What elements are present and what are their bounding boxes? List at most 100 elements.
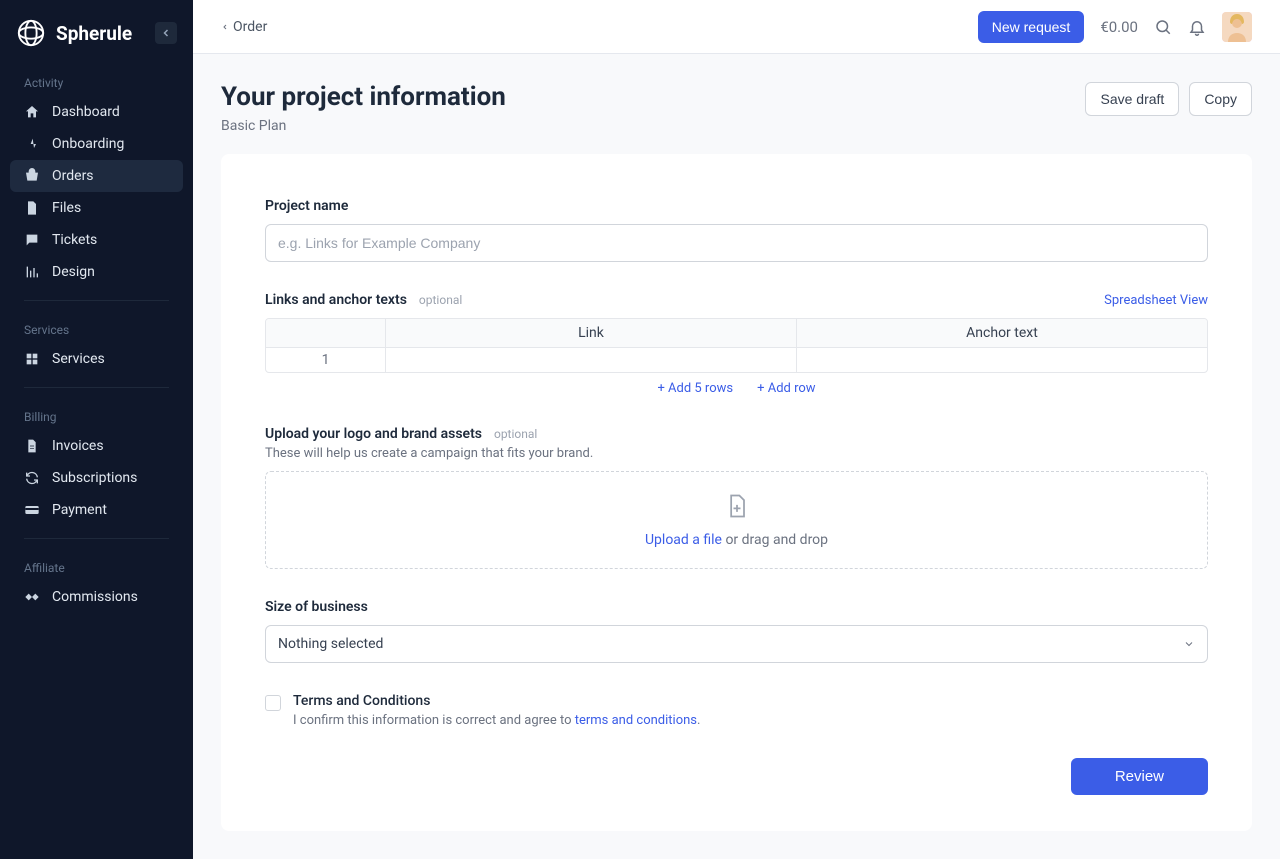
sidebar-item-onboarding[interactable]: Onboarding (0, 128, 193, 160)
bell-icon[interactable] (1188, 18, 1206, 36)
page-header: Your project information Basic Plan Save… (221, 82, 1252, 134)
links-table: Link Anchor text 1 (265, 318, 1208, 373)
avatar-image (1222, 12, 1252, 42)
sidebar-section-activity: Activity (0, 66, 193, 96)
sidebar-item-commissions[interactable]: Commissions (0, 581, 193, 613)
review-button[interactable]: Review (1071, 758, 1208, 795)
spreadsheet-view-link[interactable]: Spreadsheet View (1104, 293, 1208, 308)
links-field: Links and anchor texts optional Spreadsh… (265, 292, 1208, 396)
breadcrumb-back[interactable]: Order (221, 19, 267, 35)
breadcrumb-label: Order (233, 19, 267, 35)
optional-tag: optional (419, 293, 462, 307)
main-area: Order New request €0.00 Your project inf… (193, 0, 1280, 859)
chat-icon (24, 232, 40, 248)
chevron-down-icon (1183, 638, 1195, 650)
sidebar-item-label: Services (52, 351, 105, 367)
sidebar-section-billing: Billing (0, 400, 193, 430)
divider (24, 387, 169, 388)
upload-file-link[interactable]: Upload a file (645, 532, 722, 548)
sidebar-item-services[interactable]: Services (0, 343, 193, 375)
avatar[interactable] (1222, 12, 1252, 42)
brand-logo-area: Spherule (0, 0, 193, 66)
checkbox-label: Terms and Conditions (293, 693, 1208, 709)
select-value: Nothing selected (278, 636, 383, 652)
field-label: Project name (265, 198, 348, 214)
sidebar-item-tickets[interactable]: Tickets (0, 224, 193, 256)
terms-link[interactable]: terms and conditions (575, 713, 697, 728)
copy-button[interactable]: Copy (1189, 82, 1252, 116)
onboarding-icon (24, 136, 40, 152)
upload-icon (723, 492, 751, 520)
terms-checkbox[interactable] (265, 695, 281, 711)
new-request-button[interactable]: New request (978, 11, 1085, 43)
divider (24, 300, 169, 301)
page-subtitle: Basic Plan (221, 118, 506, 134)
sidebar-item-label: Invoices (52, 438, 104, 454)
project-name-field: Project name (265, 198, 1208, 262)
col-number (266, 319, 386, 347)
anchor-cell[interactable] (797, 348, 1207, 372)
chevron-left-icon (221, 21, 229, 33)
sidebar-item-design[interactable]: Design (0, 256, 193, 288)
sidebar-collapse-button[interactable] (155, 22, 177, 44)
sidebar-item-files[interactable]: Files (0, 192, 193, 224)
invoice-icon (24, 438, 40, 454)
search-icon[interactable] (1154, 18, 1172, 36)
sidebar-item-payment[interactable]: Payment (0, 494, 193, 526)
file-icon (24, 200, 40, 216)
file-uploader[interactable]: Upload a file or drag and drop (265, 471, 1208, 569)
terms-text-prefix: I confirm this information is correct an… (293, 713, 575, 728)
handshake-icon (24, 589, 40, 605)
project-name-input[interactable] (265, 224, 1208, 262)
sidebar-item-label: Files (52, 200, 81, 216)
balance-display: €0.00 (1100, 18, 1138, 36)
sidebar-item-subscriptions[interactable]: Subscriptions (0, 462, 193, 494)
field-label: Size of business (265, 599, 368, 615)
sidebar-item-orders[interactable]: Orders (10, 160, 183, 192)
field-label: Links and anchor texts (265, 292, 407, 308)
card-icon (24, 502, 40, 518)
sidebar-item-label: Commissions (52, 589, 138, 605)
optional-tag: optional (494, 427, 537, 441)
col-link: Link (386, 319, 797, 347)
sidebar-section-services: Services (0, 313, 193, 343)
arrow-left-icon (160, 27, 172, 39)
sidebar-item-dashboard[interactable]: Dashboard (0, 96, 193, 128)
services-icon (24, 351, 40, 367)
save-draft-button[interactable]: Save draft (1085, 82, 1179, 116)
upload-field: Upload your logo and brand assets option… (265, 426, 1208, 569)
divider (24, 538, 169, 539)
sidebar-item-label: Tickets (52, 232, 97, 248)
sidebar: Spherule Activity Dashboard Onboarding O… (0, 0, 193, 859)
brand-logo-icon (16, 18, 46, 48)
col-anchor: Anchor text (797, 319, 1207, 347)
sidebar-item-label: Subscriptions (52, 470, 137, 486)
field-help: These will help us create a campaign tha… (265, 446, 1208, 461)
sidebar-item-label: Orders (52, 168, 94, 184)
topbar: Order New request €0.00 (193, 0, 1280, 54)
orders-icon (24, 168, 40, 184)
sidebar-item-label: Onboarding (52, 136, 124, 152)
link-cell[interactable] (386, 348, 797, 372)
sidebar-item-invoices[interactable]: Invoices (0, 430, 193, 462)
size-field: Size of business Nothing selected (265, 599, 1208, 663)
sidebar-item-label: Dashboard (52, 104, 120, 120)
add-5-rows-link[interactable]: + Add 5 rows (657, 381, 733, 396)
size-select[interactable]: Nothing selected (265, 625, 1208, 663)
field-label: Upload your logo and brand assets (265, 426, 482, 442)
chart-icon (24, 264, 40, 280)
home-icon (24, 104, 40, 120)
brand-name: Spherule (56, 22, 132, 45)
sidebar-item-label: Design (52, 264, 95, 280)
refresh-icon (24, 470, 40, 486)
upload-suffix: or drag and drop (722, 532, 828, 548)
row-number: 1 (266, 348, 386, 372)
sidebar-item-label: Payment (52, 502, 107, 518)
terms-field: Terms and Conditions I confirm this info… (265, 693, 1208, 728)
page-title: Your project information (221, 82, 506, 112)
add-row-link[interactable]: + Add row (757, 381, 815, 396)
table-row: 1 (266, 348, 1207, 372)
content: Your project information Basic Plan Save… (193, 54, 1280, 859)
form-card: Project name Links and anchor texts opti… (221, 154, 1252, 831)
sidebar-section-affiliate: Affiliate (0, 551, 193, 581)
